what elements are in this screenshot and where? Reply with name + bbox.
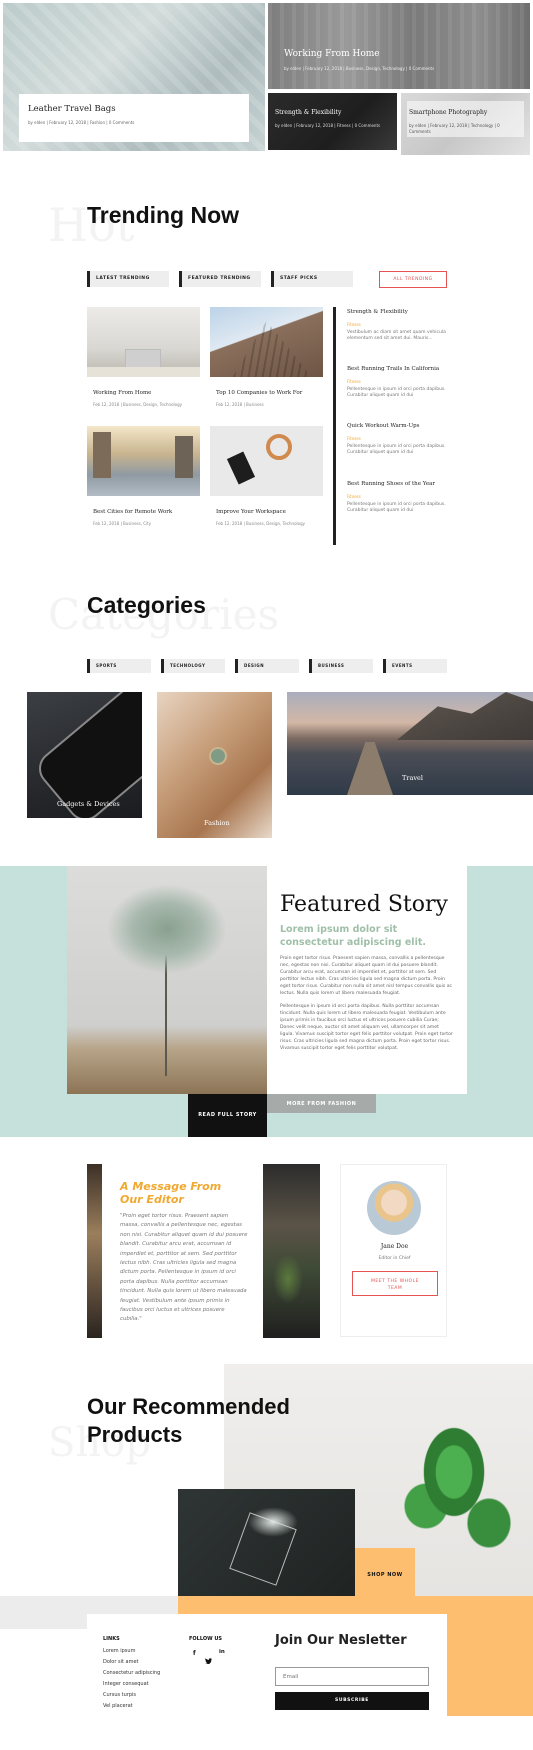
footer-link-1[interactable]: Dolor sit amet [103,1659,139,1665]
featured-title: Featured Story [280,892,448,917]
side-tag-1[interactable]: Fitness [347,379,361,384]
side-text-2: Pellentesque in ipsum id orci porta dapi… [347,444,446,455]
card-image-working-from-home[interactable] [87,307,200,377]
newsletter-heading: Join Our Nesletter [275,1633,407,1648]
shop-now-button[interactable]: SHOP NOW [355,1564,415,1586]
cat-tab-design[interactable]: DESIGN [235,659,299,673]
card-image-improve-workspace[interactable] [210,426,323,496]
side-title-1[interactable]: Best Running Trails In California [347,366,439,372]
side-title-3[interactable]: Best Running Shoes of the Year [347,481,435,487]
subscribe-button[interactable]: SUBSCRIBE [275,1692,429,1710]
hero-bottom-right-meta: by elden | February 12, 2018 | Technolog… [409,123,500,134]
category-tile-fashion[interactable]: Fashion [157,692,272,838]
hero-main-card: Leather Travel Bags by elden | February … [19,94,249,142]
category-label-fashion: Fashion [204,819,230,827]
card-image-top-companies[interactable] [210,307,323,377]
category-tile-travel[interactable]: Travel [287,692,533,795]
featured-subtitle: Lorem ipsum dolor sit consectetur adipis… [280,924,426,948]
category-label-travel: Travel [402,774,423,782]
side-title-2[interactable]: Quick Workout Warm-Ups [347,423,419,429]
side-title-0[interactable]: Strength & Flexibility [347,309,408,315]
card-title-2[interactable]: Best Cities for Remote Work [93,509,172,515]
editor-image-left [87,1164,102,1338]
footer-link-5[interactable]: Vel placerat [103,1703,133,1709]
category-label-gadgets: Gadgets & Devices [57,800,120,808]
card-meta-0: Feb 12, 2018 | Business, Design, Technol… [93,402,182,407]
trending-sidebar-divider [333,307,336,545]
card-image-best-cities[interactable] [87,426,200,496]
side-tag-2[interactable]: Fitness [347,436,361,441]
avatar [367,1181,421,1235]
side-text-3: Pellentesque in ipsum id orci porta dapi… [347,502,446,513]
featured-card: Featured Story Lorem ipsum dolor sit con… [267,866,467,1094]
all-trending-button[interactable]: ALL TRENDING [379,271,447,288]
shop-heading: Our Recommended Products [87,1394,290,1447]
editor-heading: A Message From Our Editor [120,1180,222,1206]
card-title-3[interactable]: Improve Your Workspace [216,509,286,515]
hero-bottom-left-title[interactable]: Strength & Flexibility [275,109,341,116]
editor-quote: "Proin eget tortor risus. Praesent sapie… [120,1213,248,1323]
footer-link-3[interactable]: Integer consequat [103,1681,149,1687]
editor-name: Jane Doe [380,1243,409,1250]
footer-links-heading: LINKS [103,1636,120,1642]
featured-image[interactable] [67,866,267,1094]
card-meta-1: Feb 12, 2018 | Business [216,402,264,407]
tab-featured-trending[interactable]: FEATURED TRENDING [179,271,261,287]
side-text-1: Pellentesque in ipsum id orci porta dapi… [347,387,446,398]
editor-image-right [263,1164,320,1338]
side-tag-3[interactable]: Fitness [347,494,361,499]
side-tag-0[interactable]: Fitness [347,322,361,327]
hero-top-right-tile[interactable]: Working From Home by elden | February 12… [268,3,530,89]
more-from-fashion-button[interactable]: MORE FROM FASHION [267,1094,376,1113]
card-meta-2: Feb 12, 2018 | Business, City [93,521,152,526]
hero-top-right-meta: by elden | February 12, 2018 | Business,… [284,66,435,71]
trending-heading: Trending Now [87,202,240,228]
cat-tab-technology[interactable]: TECHNOLOGY [161,659,225,673]
featured-paragraph-2: Pellentesque in ipsum id orci porta dapi… [280,1004,453,1051]
hero-top-right-title[interactable]: Working From Home [284,49,380,59]
card-title-1[interactable]: Top 10 Companies to Work For [216,390,302,396]
footer-link-2[interactable]: Consectetur adipiscing [103,1670,160,1676]
editor-role: Editor in Chief [378,1256,411,1261]
email-field[interactable] [275,1667,429,1686]
category-tile-gadgets[interactable]: Gadgets & Devices [27,692,142,818]
hero-main-title[interactable]: Leather Travel Bags [28,104,240,114]
card-title-0[interactable]: Working From Home [93,390,151,396]
side-text-0: Vestibulum ac diam sit amet quam vehicul… [347,330,446,341]
cat-tab-events[interactable]: EVENTS [383,659,447,673]
editor-profile-card: Jane Doe Editor in Chief MEET THE WHOLE … [340,1164,447,1337]
hero-bottom-left-meta: by elden | February 12, 2018 | Fitness |… [275,123,381,128]
read-full-story-button[interactable]: READ FULL STORY [188,1094,267,1137]
shop-product-image[interactable] [178,1489,355,1596]
footer-follow-heading: FOLLOW US [189,1636,223,1642]
twitter-icon[interactable] [205,1649,212,1665]
meet-team-button[interactable]: MEET THE WHOLE TEAM [352,1271,438,1296]
hero-bottom-right-tile[interactable]: Smartphone Photography by elden | Februa… [401,93,530,155]
card-meta-3: Feb 12, 2018 | Business, Design, Technol… [216,521,305,526]
footer-link-4[interactable]: Cursus turpis [103,1692,136,1698]
tab-staff-picks[interactable]: STAFF PICKS [271,271,353,287]
hero-bottom-left-tile[interactable]: Strength & Flexibility by elden | Februa… [268,93,397,150]
cat-tab-business[interactable]: BUSINESS [309,659,373,673]
hero-main-meta: by elden | February 12, 2018 | Fashion |… [28,120,135,125]
cat-tab-sports[interactable]: SPORTS [87,659,151,673]
hero-main-tile[interactable]: Leather Travel Bags by elden | February … [3,3,265,151]
featured-paragraph-1: Proin eget tortor risus. Praesent sapien… [280,956,453,996]
footer-link-0[interactable]: Lorem ipsum [103,1648,135,1654]
facebook-icon[interactable]: f [193,1650,196,1657]
tab-latest-trending[interactable]: LATEST TRENDING [87,271,169,287]
categories-heading: Categories [87,592,206,618]
linkedin-icon[interactable]: in [219,1649,225,1655]
hero-bottom-right-title[interactable]: Smartphone Photography [409,109,487,116]
